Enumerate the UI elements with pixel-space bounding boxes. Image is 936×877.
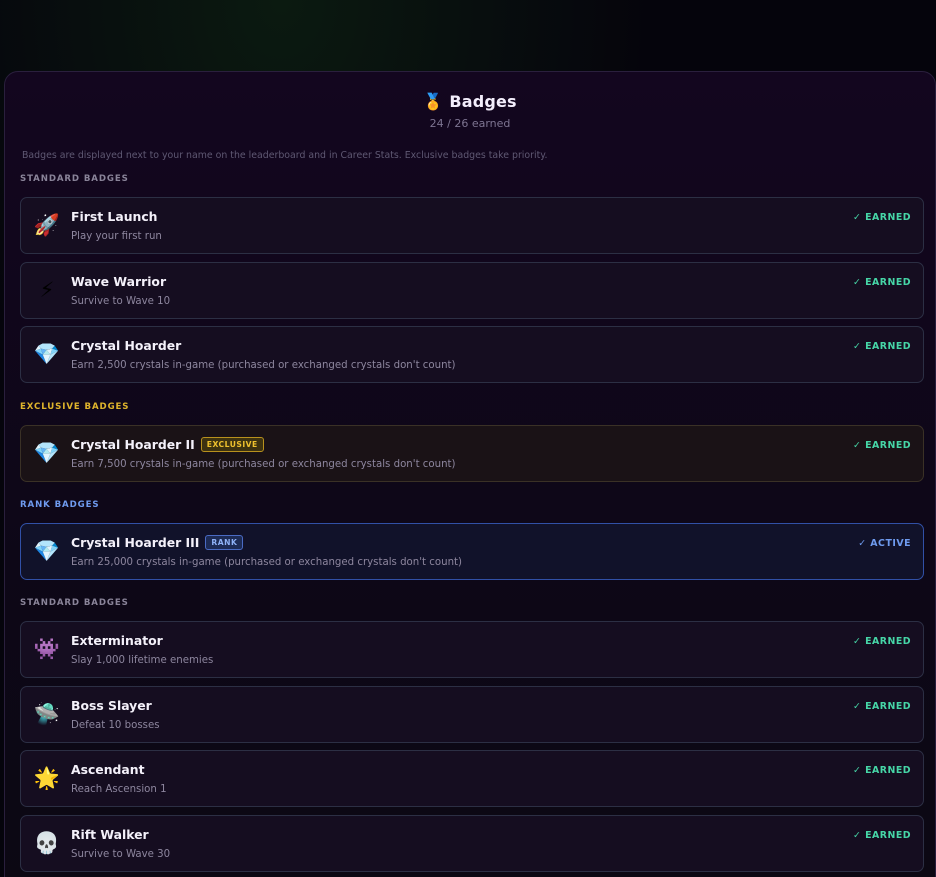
badge-description: Earn 2,500 crystals in-game (purchased o… (71, 360, 456, 371)
badges-panel: 🏅 Badges 24 / 26 earned Badges are displ… (4, 71, 936, 877)
badge-name: Crystal Hoarder (71, 338, 182, 353)
badge-description: Slay 1,000 lifetime enemies (71, 655, 214, 666)
badge-description: Earn 7,500 crystals in-game (purchased o… (71, 459, 456, 470)
badge-description: Play your first run (71, 231, 162, 242)
badge-status: ✓ EARNED (852, 277, 911, 288)
earned-count: 24 / 26 earned (429, 117, 511, 130)
badge-name: First Launch (71, 209, 158, 224)
gem-icon: 💎 (33, 342, 61, 366)
badge-status: ✓ EARNED (852, 440, 911, 451)
section-standard-badges-2: STANDARD BADGES (20, 598, 129, 608)
rocket-icon: 🚀 (33, 213, 61, 237)
badge-description: Survive to Wave 10 (71, 296, 171, 307)
badge-name: Ascendant (71, 762, 145, 777)
badge-card-crystal-hoarder-iii[interactable]: 💎 Crystal Hoarder III RANK Earn 25,000 c… (20, 523, 924, 580)
exclusive-tag: EXCLUSIVE (200, 437, 264, 452)
section-exclusive-badges: EXCLUSIVE BADGES (20, 402, 130, 412)
badge-status: ✓ EARNED (852, 636, 911, 647)
badge-card-ascendant[interactable]: 🌟 Ascendant Reach Ascension 1 ✓ EARNED (20, 750, 924, 807)
badge-name: Exterminator (71, 633, 163, 648)
section-standard-badges: STANDARD BADGES (20, 174, 129, 184)
alien-monster-icon: 👾 (33, 637, 61, 661)
badge-description: Survive to Wave 30 (71, 849, 171, 860)
badge-status: ✓ EARNED (852, 701, 911, 712)
star-icon: 🌟 (33, 766, 61, 790)
badge-status-active: ✓ ACTIVE (858, 538, 911, 549)
medal-icon: 🏅 (423, 92, 444, 111)
badge-status: ✓ EARNED (852, 341, 911, 352)
badge-status: ✓ EARNED (852, 765, 911, 776)
badge-card-exterminator[interactable]: 👾 Exterminator Slay 1,000 lifetime enemi… (20, 621, 924, 678)
badge-card-wave-warrior[interactable]: ⚡ Wave Warrior Survive to Wave 10 ✓ EARN… (20, 262, 924, 319)
badge-card-boss-slayer[interactable]: 🛸 Boss Slayer Defeat 10 bosses ✓ EARNED (20, 686, 924, 743)
badge-status: ✓ EARNED (852, 830, 911, 841)
badge-name: Wave Warrior (71, 274, 167, 289)
panel-title-text: Badges (449, 92, 517, 111)
badge-description: Earn 25,000 crystals in-game (purchased … (71, 557, 462, 568)
badge-name: Crystal Hoarder II EXCLUSIVE (71, 437, 264, 452)
lightning-icon: ⚡ (39, 278, 55, 302)
badge-name: Rift Walker (71, 827, 149, 842)
badge-description: Defeat 10 bosses (71, 720, 160, 731)
ufo-icon: 🛸 (33, 702, 61, 726)
badge-status: ✓ EARNED (852, 212, 911, 223)
badge-card-crystal-hoarder-ii[interactable]: 💎 Crystal Hoarder II EXCLUSIVE Earn 7,50… (20, 425, 924, 482)
badge-card-rift-walker[interactable]: 💀 Rift Walker Survive to Wave 30 ✓ EARNE… (20, 815, 924, 872)
badge-name: Boss Slayer (71, 698, 152, 713)
badge-description: Reach Ascension 1 (71, 784, 167, 795)
badge-card-first-launch[interactable]: 🚀 First Launch Play your first run ✓ EAR… (20, 197, 924, 254)
badges-note: Badges are displayed next to your name o… (22, 150, 548, 161)
panel-title: 🏅 Badges (423, 92, 517, 111)
skull-icon: 💀 (33, 831, 61, 855)
gem-icon: 💎 (33, 539, 61, 563)
game-screen: 🏅 Badges 24 / 26 earned Badges are displ… (0, 0, 936, 877)
badge-card-crystal-hoarder[interactable]: 💎 Crystal Hoarder Earn 2,500 crystals in… (20, 326, 924, 383)
badge-name: Crystal Hoarder III RANK (71, 535, 244, 550)
section-rank-badges: RANK BADGES (20, 500, 100, 510)
panel-header: 🏅 Badges 24 / 26 earned (5, 92, 935, 130)
gem-icon: 💎 (33, 441, 61, 465)
rank-tag: RANK (205, 535, 244, 550)
